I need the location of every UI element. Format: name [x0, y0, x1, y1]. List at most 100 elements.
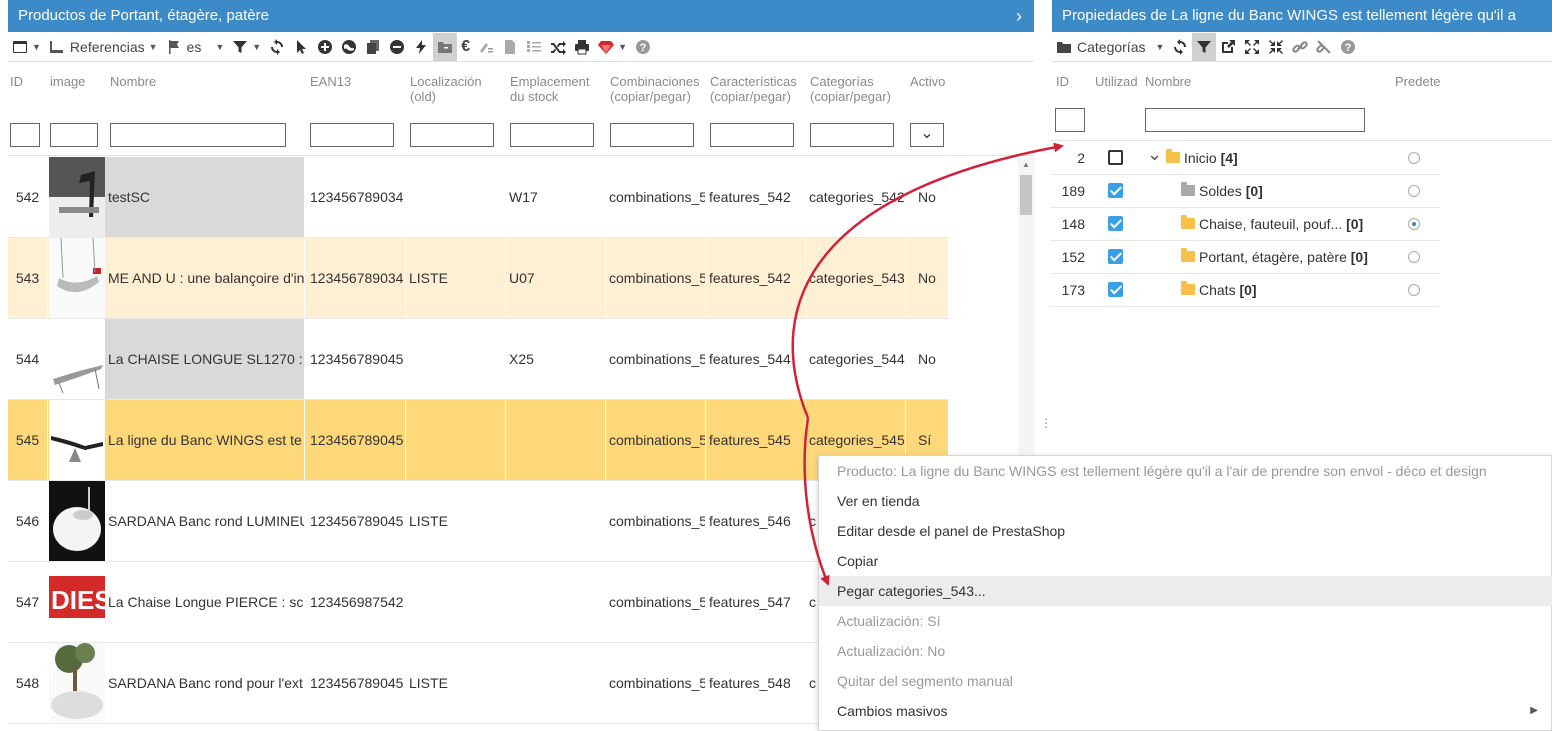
- col-header-caracteristicas[interactable]: Características (copiar/pegar): [710, 74, 797, 104]
- expand-button[interactable]: [1240, 33, 1264, 61]
- cell-combinaciones: combinations_5: [606, 157, 706, 237]
- col-header-categorias[interactable]: Categorías (copiar/pegar): [810, 74, 891, 104]
- tree-row[interactable]: 152 Portant, étagère, patère [0]: [1050, 241, 1439, 274]
- collapse-button[interactable]: [1264, 33, 1288, 61]
- referencias-dropdown[interactable]: Referencias ▼: [45, 33, 162, 61]
- used-checkbox[interactable]: [1108, 150, 1123, 165]
- table-row[interactable]: 545 La ligne du Banc WINGS est te 12345678…: [8, 400, 949, 481]
- default-radio[interactable]: [1408, 218, 1420, 230]
- used-checkbox[interactable]: [1108, 216, 1123, 231]
- flash-button[interactable]: [409, 33, 433, 61]
- col-header-ean13[interactable]: EAN13: [310, 74, 351, 89]
- language-dropdown[interactable]: es ▼: [162, 33, 229, 61]
- product-thumb-icon: [49, 319, 105, 399]
- filter-name-input[interactable]: [110, 123, 286, 147]
- print-button[interactable]: [570, 33, 594, 61]
- filter-name-input[interactable]: [1145, 108, 1365, 132]
- gem-dropdown[interactable]: ▼: [594, 33, 631, 61]
- filter-emplacement-input[interactable]: [510, 123, 594, 147]
- tree-row[interactable]: 2 ⌄ Inicio [4]: [1050, 142, 1439, 175]
- used-checkbox[interactable]: [1108, 183, 1123, 198]
- cell-name: SARDANA Banc rond LUMINEU: [105, 481, 305, 561]
- refresh-button[interactable]: [1168, 33, 1192, 61]
- col-header-name[interactable]: Nombre: [110, 74, 156, 89]
- used-checkbox[interactable]: [1108, 282, 1123, 297]
- categorias-dropdown[interactable]: Categorías ▼: [1052, 33, 1168, 61]
- help-button[interactable]: ?: [1336, 33, 1360, 61]
- scroll-up-icon[interactable]: ▲: [1022, 160, 1030, 169]
- col-header-activo[interactable]: Activo: [910, 74, 945, 89]
- filter-caracteristicas-input[interactable]: [710, 123, 794, 147]
- col-header-used[interactable]: Utilizad: [1095, 74, 1138, 89]
- menu-item-paste[interactable]: Pegar categories_543...: [819, 576, 1552, 606]
- table-row[interactable]: 543 ME AND U : une balançoire d'in 1234567…: [8, 238, 949, 319]
- menu-item-copy[interactable]: Copiar: [819, 546, 1552, 576]
- expand-chevron-icon[interactable]: ⌄: [1147, 144, 1162, 165]
- unlink-button[interactable]: [1312, 33, 1336, 61]
- filter-categorias-input[interactable]: [810, 123, 894, 147]
- globe-icon: [342, 39, 357, 54]
- table-row[interactable]: 548 SARDANA Banc rond pour l'ext 123456789…: [8, 643, 949, 724]
- select-button[interactable]: [289, 33, 313, 61]
- scrollbar-thumb[interactable]: [1020, 175, 1032, 215]
- remove-button[interactable]: [385, 33, 409, 61]
- flag-icon: [168, 39, 179, 54]
- shuffle-button[interactable]: [546, 33, 570, 61]
- context-menu: Producto: La ligne du Banc WINGS est tel…: [818, 455, 1552, 731]
- table-row[interactable]: 544 La CHAISE LONGUE SL1270 :123456789045…: [8, 319, 949, 400]
- cell-name: La CHAISE LONGUE SL1270 :: [105, 319, 305, 399]
- chevron-right-icon[interactable]: ›: [1016, 0, 1022, 32]
- menu-item-label: Actualización: No: [837, 643, 946, 659]
- help-icon: ?: [636, 39, 651, 54]
- filter-button[interactable]: ▼: [228, 33, 265, 61]
- filter-localizacion-input[interactable]: [410, 123, 494, 147]
- used-checkbox[interactable]: [1108, 249, 1123, 264]
- cell-localizacion: [406, 157, 506, 237]
- splitter-handle-icon[interactable]: ⋮: [1040, 416, 1052, 430]
- table-row[interactable]: 542 testSC 123456789034 W17 combinations_5 fe…: [8, 157, 949, 238]
- filter-id-input[interactable]: [10, 123, 40, 147]
- document-button[interactable]: [498, 33, 522, 61]
- cell-activo: No: [906, 157, 949, 237]
- link-button[interactable]: [1288, 33, 1312, 61]
- filter-id-input[interactable]: [1055, 108, 1085, 132]
- default-radio[interactable]: [1408, 152, 1420, 164]
- filter-button[interactable]: [1192, 32, 1217, 61]
- menu-item-view-in-store[interactable]: Ver en tienda: [819, 486, 1552, 516]
- col-header-id[interactable]: ID: [1056, 74, 1069, 89]
- grid-view-button[interactable]: ▼: [8, 33, 45, 61]
- features-button[interactable]: [474, 33, 498, 61]
- filter-ean13-input[interactable]: [310, 123, 394, 147]
- menu-item-bulk-changes[interactable]: Cambios masivos ▶: [819, 696, 1552, 726]
- col-header-localizacion[interactable]: Localización (old): [410, 74, 482, 104]
- open-external-button[interactable]: [1216, 33, 1240, 61]
- tree-row[interactable]: 148 Chaise, fauteuil, pouf... [0]: [1050, 208, 1439, 241]
- category-folder-button[interactable]: [433, 32, 458, 61]
- filter-activo-input[interactable]: ⌄: [910, 123, 944, 147]
- duplicate-button[interactable]: [361, 33, 385, 61]
- filter-combinaciones-input[interactable]: [610, 123, 694, 147]
- list-button[interactable]: [522, 33, 546, 61]
- menu-item-label: Pegar categories_543...: [837, 583, 986, 599]
- add-button[interactable]: [313, 33, 337, 61]
- refresh-button[interactable]: [265, 33, 289, 61]
- table-row[interactable]: 546 SARDANA Banc rond LUMINEU 123456789045…: [8, 481, 949, 562]
- price-button[interactable]: €: [457, 33, 474, 61]
- col-header-image[interactable]: image: [50, 74, 85, 89]
- col-header-combinaciones[interactable]: Combinaciones (copiar/pegar): [610, 74, 700, 104]
- tree-row[interactable]: 189 Soldes [0]: [1050, 175, 1439, 208]
- default-radio[interactable]: [1408, 284, 1420, 296]
- filter-image-input[interactable]: [50, 123, 98, 147]
- menu-item-edit-prestashop[interactable]: Editar desde el panel de PrestaShop: [819, 516, 1552, 546]
- default-radio[interactable]: [1408, 251, 1420, 263]
- tree-row[interactable]: 173 Chats [0]: [1050, 274, 1439, 307]
- col-header-name[interactable]: Nombre: [1145, 74, 1191, 89]
- cell-localizacion: LISTE: [406, 481, 506, 561]
- col-header-emplacement[interactable]: Emplacement du stock: [510, 74, 589, 104]
- default-radio[interactable]: [1408, 185, 1420, 197]
- help-button[interactable]: ?: [631, 33, 655, 61]
- table-row[interactable]: 547DIESILa Chaise Longue PIERCE : sc1234…: [8, 562, 949, 643]
- col-header-default[interactable]: Predete: [1395, 74, 1441, 89]
- globe-button[interactable]: [337, 33, 361, 61]
- col-header-id[interactable]: ID: [10, 74, 23, 89]
